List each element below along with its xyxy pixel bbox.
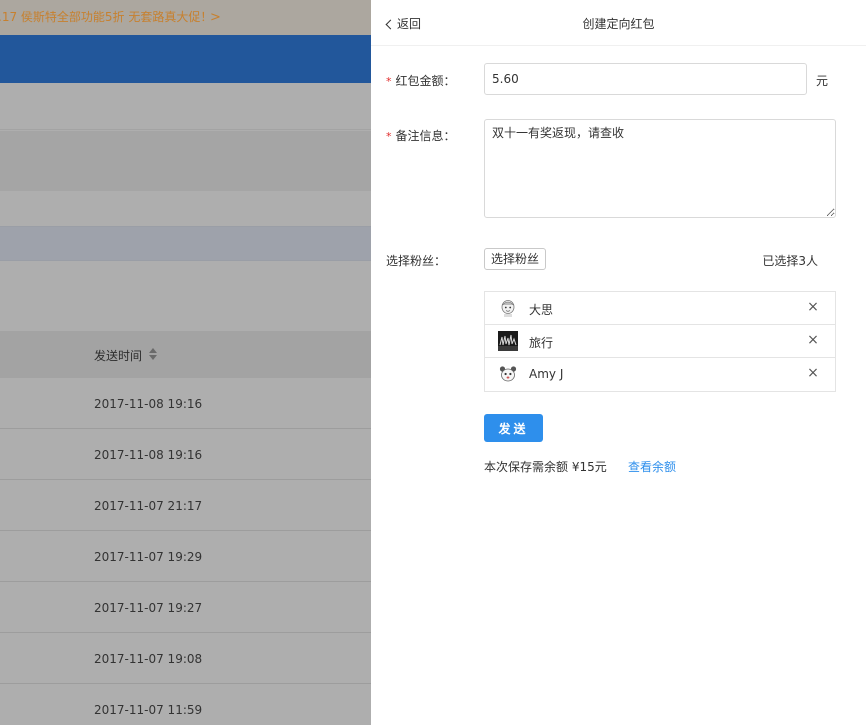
avatar [498,364,518,384]
note-textarea[interactable]: 双十一有奖返现，请查收 [484,119,836,218]
note-label-text: 备注信息： [395,129,456,143]
selected-count: 已选择3人 [762,254,818,268]
send-time-cell: 2017-11-07 21:17 [94,499,203,513]
background-page: .17 侯斯特全部功能5折 无套路真大促！ > 发送时间 2017-11-08 … [0,0,371,725]
avatar [498,298,518,318]
background-band [0,83,371,130]
background-band [0,191,371,226]
table-row: 2017-11-07 19:08 [0,633,371,684]
panel-title: 创建定向红包 [582,17,655,31]
promo-arrow-icon: > [210,10,221,25]
fan-name: Amy J [529,367,564,381]
sort-icon [149,348,157,360]
amount-input[interactable] [484,63,807,95]
fan-name: 旅行 [529,336,554,350]
send-time-cell: 2017-11-08 19:16 [94,397,203,411]
remove-fan-icon[interactable]: × [807,333,819,347]
create-red-packet-panel: 返回 创建定向红包 *红包金额： 元 *备注信息： 双十一有奖返现，请查收 选择… [371,0,866,725]
list-item: 旅行 × [485,325,835,358]
amount-label: * 红包金额： [386,72,456,89]
table-row: 2017-11-08 19:16 [0,378,371,429]
amount-label-text: 红包金额： [395,74,456,88]
table-header: 发送时间 [0,331,371,378]
background-band [0,226,371,261]
note-label: * 备注信息： [386,127,456,144]
send-time-cell: 2017-11-07 19:08 [94,652,203,666]
required-mark: * [386,75,392,88]
send-time-cell: 2017-11-07 19:29 [94,550,203,564]
amount-unit: 元 [816,74,829,88]
selected-fans-list: 大思 × 旅行 × Amy J × [484,291,836,392]
promo-text: .17 侯斯特全部功能5折 无套路真大促！ [0,10,213,24]
fan-name: 大思 [529,303,554,317]
send-time-cell: 2017-11-08 19:16 [94,448,203,462]
column-header-send-time: 发送时间 [94,349,143,363]
avatar [498,331,518,351]
list-item: Amy J × [485,358,835,391]
send-time-cell: 2017-11-07 11:59 [94,703,203,717]
table-row: 2017-11-07 19:29 [0,531,371,582]
send-button[interactable]: 发送 [484,414,543,442]
view-balance-link[interactable]: 查看余额 [628,458,676,475]
table-row: 2017-11-07 11:59 [0,684,371,725]
remove-fan-icon[interactable]: × [807,300,819,314]
table-body: 2017-11-08 19:16 2017-11-08 19:16 2017-1… [0,378,371,725]
table-row: 2017-11-07 19:27 [0,582,371,633]
panel-header: 返回 创建定向红包 [371,0,866,46]
list-item: 大思 × [485,292,835,325]
required-mark: * [386,130,392,143]
promo-banner: .17 侯斯特全部功能5折 无套路真大促！ > [0,0,371,35]
remove-fan-icon[interactable]: × [807,366,819,380]
background-band [0,131,371,191]
background-band [0,261,371,331]
table-row: 2017-11-07 21:17 [0,480,371,531]
table-row: 2017-11-08 19:16 [0,429,371,480]
send-time-cell: 2017-11-07 19:27 [94,601,203,615]
balance-required-text: 本次保存需余额 ¥15元 [484,460,607,474]
select-fans-button[interactable]: 选择粉丝 [484,248,547,270]
top-navbar [0,35,371,83]
fans-label: 选择粉丝： [386,254,447,268]
